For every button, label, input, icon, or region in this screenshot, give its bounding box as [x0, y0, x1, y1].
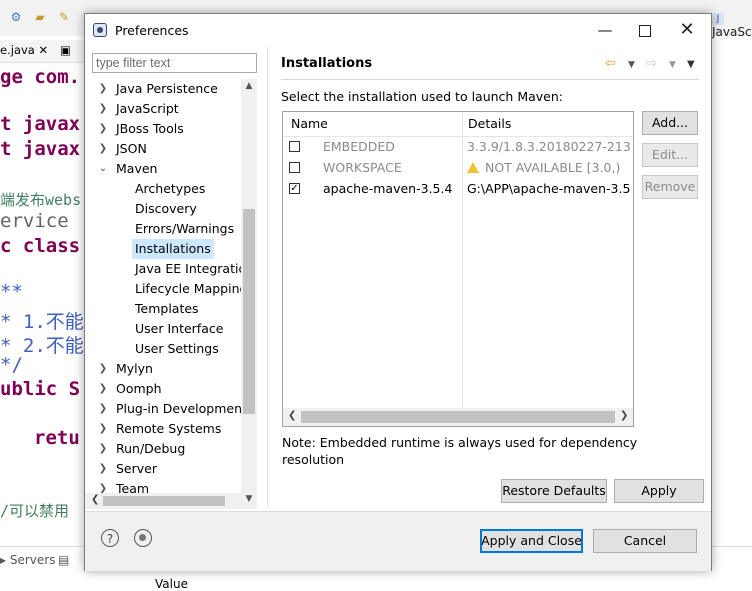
scroll-left-icon[interactable]: ❮: [91, 494, 99, 505]
code-line: **: [0, 281, 23, 303]
help-icon[interactable]: ?: [101, 529, 119, 547]
code-line: */: [0, 354, 23, 376]
page-title: Installations: [281, 56, 373, 71]
pane-divider[interactable]: [267, 47, 268, 507]
code-line: * 1.不能: [0, 311, 84, 333]
tree-item-discovery[interactable]: Discovery: [135, 199, 197, 219]
minimize-button[interactable]: —: [585, 18, 625, 42]
row-details: 3.3.9/1.8.3.20180227-2135: [467, 139, 631, 154]
scroll-up-icon[interactable]: ▲: [241, 81, 257, 91]
tree-item-java-ee-integration[interactable]: Java EE Integration: [135, 259, 254, 279]
scroll-left-icon[interactable]: ❮: [288, 410, 296, 421]
page-description: Select the installation used to launch M…: [281, 89, 563, 104]
chevron-right-icon[interactable]: ❯: [98, 139, 108, 159]
chevron-right-icon[interactable]: ❯: [98, 99, 108, 119]
tree-item-lifecycle-mapping[interactable]: Lifecycle Mapping: [135, 279, 247, 299]
record-icon[interactable]: [134, 529, 152, 547]
tree-item-installations[interactable]: Installations: [132, 239, 214, 259]
hammer-icon[interactable]: ✎: [56, 10, 72, 24]
editor-tab-second[interactable]: ▣: [60, 43, 71, 57]
view-menu-icon[interactable]: ▼: [687, 59, 695, 70]
forward-arrow-icon[interactable]: ⇨: [646, 56, 657, 71]
tree-item-errors-warnings[interactable]: Errors/Warnings: [135, 219, 234, 239]
title-bar: Preferences — ✕: [85, 14, 711, 46]
row-name: EMBEDDED: [323, 139, 395, 154]
remove-button[interactable]: Remove: [642, 175, 698, 199]
servers-tab[interactable]: ▸ Servers: [0, 553, 55, 567]
tree-item-archetypes[interactable]: Archetypes: [135, 179, 205, 199]
table-hscroll-thumb[interactable]: [301, 411, 615, 423]
chevron-down-icon[interactable]: ⌄: [98, 159, 108, 179]
code-line: /可以禁用: [0, 502, 70, 520]
chevron-right-icon[interactable]: ❯: [98, 119, 108, 139]
dialog-title: Preferences: [115, 23, 189, 38]
table-row[interactable]: WORKSPACE NOT AVAILABLE [3.0,): [283, 158, 633, 179]
tree-item-templates[interactable]: Templates: [135, 299, 199, 319]
row-details: NOT AVAILABLE [3.0,): [485, 160, 621, 175]
column-header-details[interactable]: Details: [468, 116, 511, 131]
add-button[interactable]: Add...: [642, 111, 698, 135]
row-name: WORKSPACE: [323, 160, 402, 175]
tree-vscroll-thumb[interactable]: [243, 209, 255, 414]
tree-hscrollbar[interactable]: ❮: [85, 493, 241, 509]
editor-tabs: e.java ✕ ▣: [0, 40, 84, 63]
code-line: ge com.: [0, 66, 81, 88]
edit-button[interactable]: Edit...: [642, 143, 698, 167]
code-line: t javax: [0, 113, 81, 135]
restore-defaults-button[interactable]: Restore Defaults: [501, 479, 607, 503]
back-menu-chevron-icon[interactable]: ▼: [628, 60, 635, 70]
maximize-icon: [639, 24, 651, 37]
tree-item-user-settings[interactable]: User Settings: [135, 339, 219, 359]
open-type-icon[interactable]: ⚙: [8, 10, 24, 24]
table-row[interactable]: ✓ apache-maven-3.5.4 G:\APP\apache-maven…: [283, 179, 633, 200]
apply-and-close-button[interactable]: Apply and Close: [480, 529, 583, 553]
filter-input[interactable]: [92, 53, 257, 73]
back-arrow-icon[interactable]: ⇦: [605, 56, 616, 71]
chevron-right-icon[interactable]: ❯: [98, 439, 108, 459]
tree-hscroll-thumb[interactable]: [103, 496, 225, 506]
code-line: t javax: [0, 138, 81, 160]
installations-table: Name Details EMBEDDED 3.3.9/1.8.3.201802…: [282, 111, 634, 427]
row-checkbox[interactable]: [289, 162, 300, 173]
code-line: ublic S: [0, 378, 81, 400]
maximize-button[interactable]: [625, 18, 665, 42]
scroll-right-icon[interactable]: ❯: [620, 410, 628, 421]
row-details-cell: NOT AVAILABLE [3.0,): [467, 160, 631, 175]
chevron-right-icon[interactable]: ❯: [98, 359, 108, 379]
apply-button[interactable]: Apply: [614, 479, 704, 503]
right-editor-tab[interactable]: JavaSc: [712, 10, 752, 39]
preferences-dialog: Preferences — ✕ ❯Java Persistence ❯JavaS…: [84, 13, 712, 571]
cancel-button[interactable]: Cancel: [593, 529, 697, 553]
code-line: ervice: [0, 210, 69, 232]
code-line: 端发布webs: [0, 191, 82, 209]
dialog-button-bar: ? Apply and Close Cancel: [85, 511, 711, 571]
column-header-name[interactable]: Name: [291, 116, 328, 131]
eclipse-app-icon: [93, 23, 107, 37]
chevron-right-icon[interactable]: ❯: [98, 459, 108, 479]
chevron-right-icon[interactable]: ❯: [98, 379, 108, 399]
scroll-down-icon[interactable]: ▼: [241, 494, 257, 504]
chevron-right-icon[interactable]: ❯: [98, 419, 108, 439]
warning-icon: [467, 162, 479, 173]
preferences-tree: ❯ Java Persistence ❯ JavaScript ❯ JBoss Too…: [85, 79, 257, 509]
row-name: apache-maven-3.5.4: [323, 181, 453, 196]
embedded-runtime-note: Note: Embedded runtime is always used fo…: [282, 435, 638, 467]
editor-tab-java[interactable]: e.java ✕: [0, 43, 48, 57]
row-details: G:\APP\apache-maven-3.5.4: [467, 181, 631, 196]
tree-item-user-interface[interactable]: User Interface: [135, 319, 223, 339]
header-separator: [281, 79, 699, 80]
table-row[interactable]: EMBEDDED 3.3.9/1.8.3.20180227-2135: [283, 137, 633, 158]
row-checkbox[interactable]: [289, 141, 300, 152]
tree-vscrollbar[interactable]: ▲ ▼: [241, 79, 257, 509]
code-line: c class: [0, 235, 81, 257]
chevron-right-icon[interactable]: ❯: [98, 399, 108, 419]
folder-icon[interactable]: ▰: [32, 10, 48, 24]
table-hscrollbar[interactable]: ❮ ❯: [283, 408, 633, 426]
close-button[interactable]: ✕: [667, 18, 707, 42]
properties-tab[interactable]: ▤: [58, 553, 69, 567]
forward-menu-chevron-icon[interactable]: ▼: [669, 60, 676, 70]
chevron-right-icon[interactable]: ❯: [98, 79, 108, 99]
row-checkbox[interactable]: ✓: [289, 183, 300, 194]
